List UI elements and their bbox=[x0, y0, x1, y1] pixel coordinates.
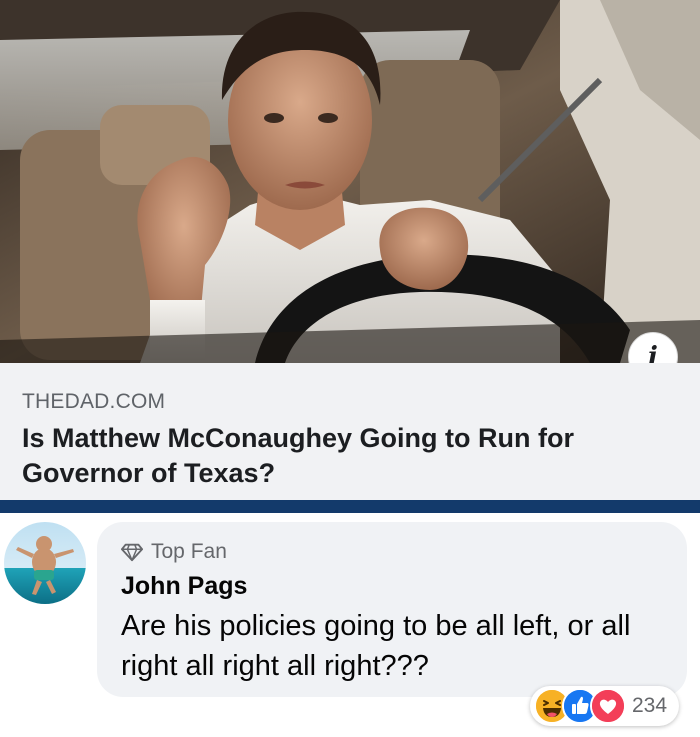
section-divider bbox=[0, 500, 700, 513]
top-fan-badge[interactable]: Top Fan bbox=[121, 538, 663, 566]
info-icon: i bbox=[648, 342, 658, 363]
avatar-photo bbox=[4, 522, 86, 604]
link-title[interactable]: Is Matthew McConaughey Going to Run for … bbox=[22, 421, 678, 491]
link-domain: THEDAD.COM bbox=[22, 390, 166, 413]
love-icon bbox=[590, 688, 626, 724]
link-preview-image[interactable]: i bbox=[0, 0, 700, 363]
comment-text: Are his policies going to be all left, o… bbox=[121, 610, 631, 682]
reaction-count: 234 bbox=[632, 694, 668, 717]
comment-author[interactable]: John Pags bbox=[121, 570, 663, 602]
driver-photo bbox=[0, 0, 700, 363]
comment-bubble: Top Fan John Pags Are his policies going… bbox=[97, 522, 687, 697]
link-preview-card[interactable]: THEDAD.COM Is Matthew McConaughey Going … bbox=[0, 363, 700, 500]
reactions-summary[interactable]: 234 bbox=[530, 686, 680, 726]
badge-label: Top Fan bbox=[151, 540, 227, 563]
avatar[interactable] bbox=[4, 522, 86, 604]
diamond-icon bbox=[121, 543, 143, 562]
